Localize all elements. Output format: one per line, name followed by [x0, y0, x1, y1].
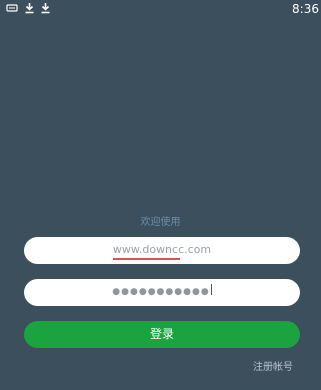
status-time: 8:36	[292, 2, 319, 16]
download-icon	[25, 3, 34, 14]
status-bar: 8:36	[0, 0, 321, 18]
spellcheck-underline	[112, 258, 180, 260]
login-button[interactable]: 登录	[24, 321, 300, 348]
username-value: www.downcc.com	[112, 243, 212, 256]
username-input[interactable]: www.downcc.com	[24, 237, 300, 264]
password-input[interactable]: ●●●●●●●●●●●	[24, 279, 300, 306]
welcome-text: 欢迎使用	[140, 217, 181, 228]
download-icon	[41, 3, 50, 14]
notification-icon	[6, 4, 18, 12]
register-account-link[interactable]: 注册帐号	[253, 361, 293, 375]
login-screen: 8:36 欢迎使用 www.downcc.com ●●●●●●●●●●● 登录 …	[0, 0, 321, 390]
text-cursor	[210, 284, 212, 295]
password-mask: ●●●●●●●●●●●	[112, 287, 210, 297]
username-field-wrap: www.downcc.com	[112, 243, 212, 260]
